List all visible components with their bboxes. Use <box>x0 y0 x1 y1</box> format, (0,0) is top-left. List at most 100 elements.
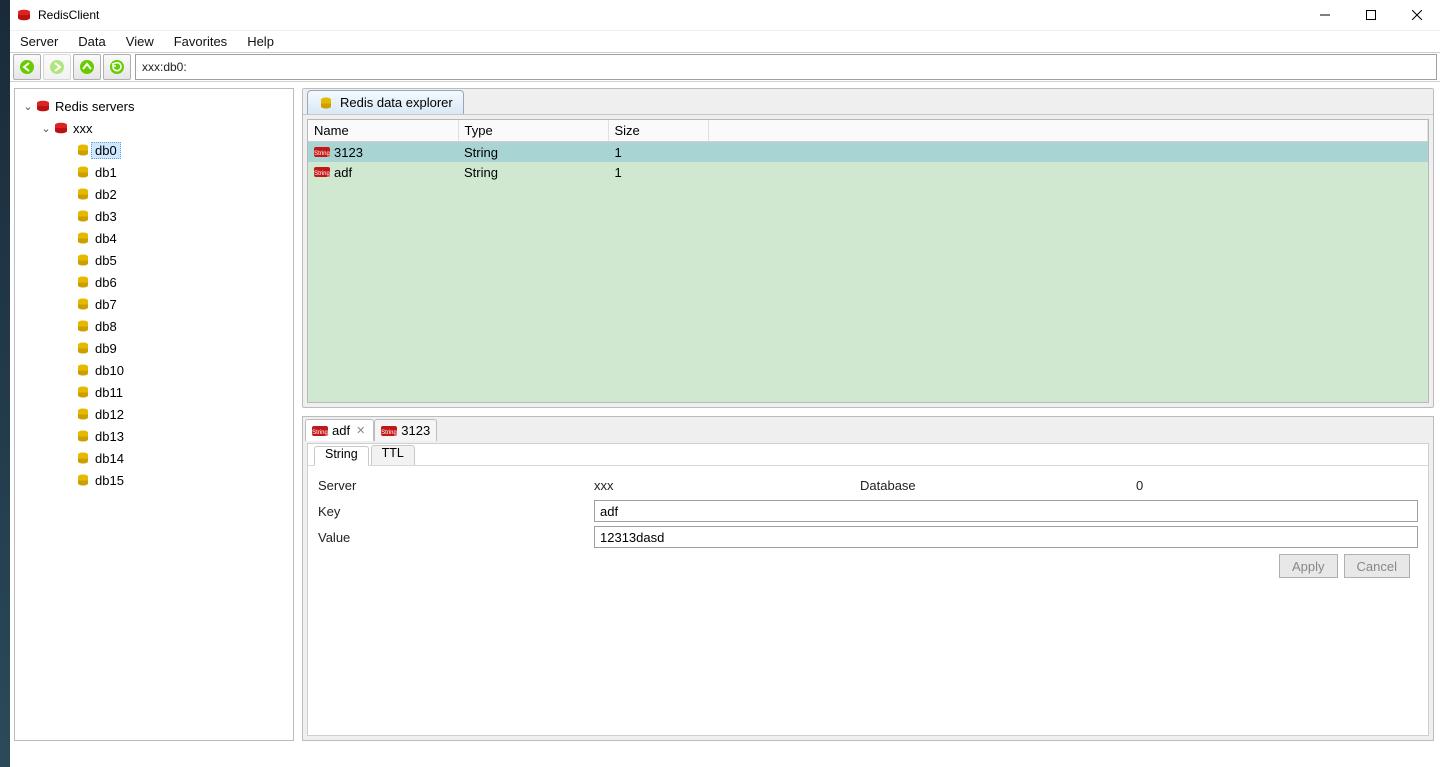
db-icon <box>75 384 91 400</box>
db-icon <box>75 472 91 488</box>
cell-type: String <box>458 142 608 163</box>
table-row[interactable]: StringadfString1 <box>308 162 1428 182</box>
detail-tab-label: adf <box>332 423 350 438</box>
forward-button[interactable] <box>43 54 71 80</box>
db-icon <box>75 230 91 246</box>
maximize-button[interactable] <box>1348 0 1394 30</box>
refresh-button[interactable] <box>103 54 131 80</box>
value-server: xxx <box>594 478 854 493</box>
subtab-ttl[interactable]: TTL <box>371 445 415 465</box>
menu-view[interactable]: View <box>116 32 164 51</box>
db-icon <box>318 95 334 111</box>
menu-server[interactable]: Server <box>10 32 68 51</box>
toolbar: xxx:db0: <box>10 52 1440 82</box>
redis-icon <box>35 98 51 114</box>
tree-db-db1[interactable]: db1 <box>19 161 289 183</box>
explorer-tabrow: Redis data explorer <box>303 89 1433 115</box>
detail-inner: String TTL Server xxx Database 0 Key <box>307 443 1429 736</box>
forward-arrow-icon <box>49 59 65 75</box>
tree-db-db14[interactable]: db14 <box>19 447 289 469</box>
menubar: Server Data View Favorites Help <box>10 30 1440 52</box>
detail-tab-3123[interactable]: String3123 <box>374 419 437 441</box>
window-title: RedisClient <box>38 8 99 22</box>
col-name[interactable]: Name <box>308 120 458 142</box>
db-icon <box>75 428 91 444</box>
svg-text:String: String <box>381 430 397 436</box>
tree-db-db4[interactable]: db4 <box>19 227 289 249</box>
detail-tabrow: String adf ✕ String3123 <box>303 417 1433 441</box>
cell-size: 1 <box>608 162 708 182</box>
value-database: 0 <box>1136 478 1143 493</box>
table-row[interactable]: String3123String1 <box>308 142 1428 163</box>
menu-favorites[interactable]: Favorites <box>164 32 237 51</box>
tree-db-db2[interactable]: db2 <box>19 183 289 205</box>
tab-data-explorer[interactable]: Redis data explorer <box>307 90 464 114</box>
redis-icon <box>53 120 69 136</box>
detail-tab-adf[interactable]: String adf ✕ <box>305 419 374 441</box>
db-icon <box>75 252 91 268</box>
tree-server[interactable]: ⌄xxx <box>19 117 289 139</box>
col-spacer <box>708 120 1428 142</box>
right-area: Redis data explorer Name Type Size Strin… <box>302 88 1434 741</box>
tree-db-db12[interactable]: db12 <box>19 403 289 425</box>
db-icon <box>75 318 91 334</box>
close-icon[interactable]: ✕ <box>354 424 367 437</box>
detail-form: Server xxx Database 0 Key Value <box>308 466 1428 584</box>
keys-table: Name Type Size String3123String1String ad… <box>308 120 1428 182</box>
desktop-sliver <box>0 0 10 767</box>
refresh-icon <box>109 59 125 75</box>
db-icon <box>75 208 91 224</box>
col-size[interactable]: Size <box>608 120 708 142</box>
tree-db-db11[interactable]: db11 <box>19 381 289 403</box>
apply-button[interactable]: Apply <box>1279 554 1338 578</box>
main-area: ⌄Redis servers⌄xxxdb0db1db2db3db4db5db6d… <box>10 82 1440 755</box>
db-icon <box>75 142 91 158</box>
col-type[interactable]: Type <box>458 120 608 142</box>
string-type-icon: String <box>314 164 330 180</box>
subtab-string[interactable]: String <box>314 446 369 466</box>
menu-help[interactable]: Help <box>237 32 284 51</box>
cell-name: adf <box>334 165 352 180</box>
up-button[interactable] <box>73 54 101 80</box>
explorer-panel: Redis data explorer Name Type Size Strin… <box>302 88 1434 408</box>
tree-db-db6[interactable]: db6 <box>19 271 289 293</box>
cancel-button[interactable]: Cancel <box>1344 554 1410 578</box>
tree-db-db13[interactable]: db13 <box>19 425 289 447</box>
app-window: RedisClient Server Data View Favorites H… <box>10 0 1440 767</box>
explorer-table-wrap: Name Type Size String3123String1String ad… <box>307 119 1429 403</box>
menu-data[interactable]: Data <box>68 32 115 51</box>
svg-text:String: String <box>312 430 328 436</box>
input-value[interactable] <box>594 526 1418 548</box>
cell-type: String <box>458 162 608 182</box>
tree-root[interactable]: ⌄Redis servers <box>19 95 289 117</box>
back-arrow-icon <box>19 59 35 75</box>
tree-db-db15[interactable]: db15 <box>19 469 289 491</box>
back-button[interactable] <box>13 54 41 80</box>
tree-panel: ⌄Redis servers⌄xxxdb0db1db2db3db4db5db6d… <box>14 88 294 741</box>
tree-db-db0[interactable]: db0 <box>19 139 289 161</box>
input-key[interactable] <box>594 500 1418 522</box>
label-key: Key <box>318 504 588 519</box>
address-bar[interactable]: xxx:db0: <box>135 54 1437 80</box>
tree-db-db8[interactable]: db8 <box>19 315 289 337</box>
app-icon <box>16 7 32 23</box>
tree-db-db3[interactable]: db3 <box>19 205 289 227</box>
db-icon <box>75 164 91 180</box>
tree-db-db7[interactable]: db7 <box>19 293 289 315</box>
minimize-button[interactable] <box>1302 0 1348 30</box>
db-icon <box>75 274 91 290</box>
svg-text:String: String <box>314 151 330 157</box>
tree-db-db9[interactable]: db9 <box>19 337 289 359</box>
label-server: Server <box>318 478 588 493</box>
string-type-icon: String <box>312 423 328 439</box>
tree-db-db5[interactable]: db5 <box>19 249 289 271</box>
titlebar: RedisClient <box>10 0 1440 30</box>
db-icon <box>75 450 91 466</box>
close-button[interactable] <box>1394 0 1440 30</box>
tree-db-db10[interactable]: db10 <box>19 359 289 381</box>
label-value: Value <box>318 530 588 545</box>
db-icon <box>75 406 91 422</box>
db-icon <box>75 362 91 378</box>
label-database: Database <box>860 478 1130 493</box>
cell-size: 1 <box>608 142 708 163</box>
